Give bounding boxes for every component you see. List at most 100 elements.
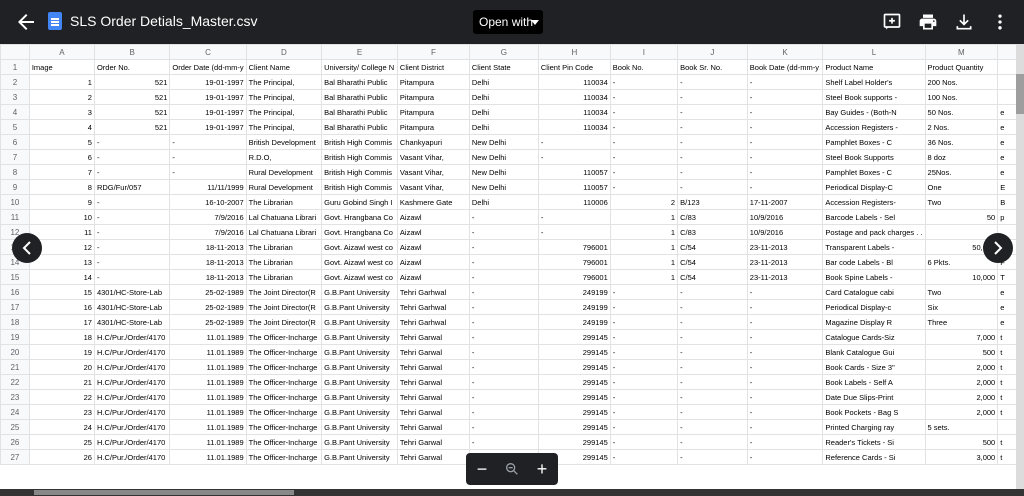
column-header[interactable]: J [677, 44, 748, 60]
table-cell[interactable]: New Delhi [468, 179, 539, 195]
row-header[interactable]: 23 [0, 389, 30, 405]
table-cell[interactable]: Pamphlet Boxes - C [822, 164, 926, 180]
table-cell[interactable]: Accession Registers - [822, 119, 926, 135]
table-cell[interactable]: Delhi [468, 89, 539, 105]
table-cell[interactable]: 4301/HC-Store-Lab [93, 284, 171, 300]
table-cell[interactable]: - [609, 329, 679, 345]
table-cell[interactable]: 7/9/2016 [169, 209, 247, 225]
table-cell[interactable]: 2 Nos. [924, 119, 999, 135]
table-cell[interactable]: - [746, 389, 824, 405]
table-cell[interactable]: - [609, 299, 679, 315]
table-cell[interactable]: - [677, 434, 748, 450]
table-cell[interactable]: - [746, 449, 824, 465]
table-cell[interactable]: 25-02-1989 [169, 314, 247, 330]
table-cell[interactable]: Tehri Garwal [396, 344, 470, 360]
table-cell[interactable]: - [677, 89, 748, 105]
table-cell[interactable]: Book Sr. No. [677, 59, 748, 75]
table-cell[interactable]: Barcode Labels - Sel [822, 209, 926, 225]
table-cell[interactable]: 299145 [537, 419, 611, 435]
table-cell[interactable]: 15 [28, 284, 95, 300]
table-cell[interactable]: The Librarian [245, 194, 323, 210]
table-cell[interactable]: - [677, 164, 748, 180]
table-cell[interactable]: Transparent Labels - [822, 239, 926, 255]
table-cell[interactable]: G.B.Pant University [321, 449, 398, 465]
table-cell[interactable]: Pitampura [396, 119, 470, 135]
table-cell[interactable]: Book Spine Labels - [822, 269, 926, 285]
table-cell[interactable]: The Principal, [245, 104, 323, 120]
row-header[interactable]: 5 [0, 119, 30, 135]
table-cell[interactable]: 23-11-2013 [746, 254, 824, 270]
table-cell[interactable]: Two [924, 194, 999, 210]
table-cell[interactable]: G.B.Pant University [321, 359, 398, 375]
table-cell[interactable]: 7,000 [924, 329, 999, 345]
table-cell[interactable]: Tehri Garwal [396, 404, 470, 420]
table-cell[interactable]: Book Pockets - Bag S [822, 404, 926, 420]
row-header[interactable]: 21 [0, 359, 30, 375]
table-cell[interactable]: Pamphlet Boxes - C [822, 134, 926, 150]
table-cell[interactable]: Tehri Garwal [396, 434, 470, 450]
table-cell[interactable]: 110034 [537, 119, 611, 135]
table-cell[interactable]: Product Name [822, 59, 926, 75]
row-header[interactable]: 6 [0, 134, 30, 150]
table-cell[interactable]: - [609, 89, 679, 105]
table-cell[interactable]: Bal Bharathi Public [321, 119, 398, 135]
table-cell[interactable]: The Officer-Incharge [245, 449, 323, 465]
table-cell[interactable]: 18 [28, 329, 95, 345]
table-cell[interactable]: 299145 [537, 344, 611, 360]
table-cell[interactable]: Pitampura [396, 74, 470, 90]
table-cell[interactable]: 521 [93, 74, 171, 90]
table-cell[interactable]: Order Date (dd-mm-y [169, 59, 247, 75]
table-cell[interactable]: - [609, 419, 679, 435]
table-cell[interactable]: Tehri Garwal [396, 374, 470, 390]
table-cell[interactable]: Steel Book Supports [822, 149, 926, 165]
table-cell[interactable]: British High Commis [321, 164, 398, 180]
table-cell[interactable]: G.B.Pant University [321, 419, 398, 435]
table-cell[interactable]: - [537, 209, 611, 225]
table-cell[interactable]: 299145 [537, 389, 611, 405]
table-cell[interactable]: - [468, 374, 539, 390]
add-comment-icon[interactable] [882, 12, 902, 32]
column-header[interactable]: K [746, 44, 824, 60]
table-cell[interactable]: - [746, 119, 824, 135]
table-cell[interactable]: - [677, 404, 748, 420]
table-cell[interactable]: - [93, 164, 171, 180]
table-cell[interactable]: Delhi [468, 194, 539, 210]
table-cell[interactable]: - [677, 119, 748, 135]
table-cell[interactable]: - [609, 119, 679, 135]
table-cell[interactable]: 14 [28, 269, 95, 285]
table-cell[interactable]: 11.01.1989 [169, 434, 247, 450]
table-cell[interactable]: 4301/HC-Store-Lab [93, 299, 171, 315]
table-cell[interactable]: - [468, 209, 539, 225]
row-header[interactable]: 10 [0, 194, 30, 210]
table-cell[interactable]: Periodical Display-c [822, 299, 926, 315]
table-cell[interactable]: 19-01-1997 [169, 89, 247, 105]
table-cell[interactable]: 11 [28, 224, 95, 240]
table-cell[interactable]: 299145 [537, 374, 611, 390]
table-cell[interactable]: Postage and pack charges . . [822, 224, 926, 240]
table-cell[interactable]: Tehri Garwal [396, 389, 470, 405]
table-cell[interactable]: - [746, 104, 824, 120]
table-cell[interactable]: 796001 [537, 239, 611, 255]
table-cell[interactable]: - [609, 449, 679, 465]
table-cell[interactable]: 299145 [537, 404, 611, 420]
table-cell[interactable]: 50 Nos. [924, 104, 999, 120]
table-cell[interactable]: - [609, 179, 679, 195]
table-cell[interactable]: 17-11-2007 [746, 194, 824, 210]
table-cell[interactable]: - [746, 419, 824, 435]
table-cell[interactable]: H.C/Pur./Order/4170 [93, 404, 171, 420]
table-cell[interactable]: 26 [28, 449, 95, 465]
table-cell[interactable]: 521 [93, 89, 171, 105]
table-cell[interactable]: 11.01.1989 [169, 404, 247, 420]
column-header[interactable]: M [924, 44, 999, 60]
table-cell[interactable]: Image [28, 59, 95, 75]
table-cell[interactable]: - [93, 194, 171, 210]
table-cell[interactable]: - [677, 314, 748, 330]
table-cell[interactable]: 23-11-2013 [746, 239, 824, 255]
table-cell[interactable]: One [924, 179, 999, 195]
row-header[interactable]: 3 [0, 89, 30, 105]
table-cell[interactable]: Aizawl [396, 269, 470, 285]
table-cell[interactable]: - [468, 419, 539, 435]
table-cell[interactable]: 11.01.1989 [169, 329, 247, 345]
table-cell[interactable]: 10 [28, 209, 95, 225]
table-cell[interactable]: - [169, 134, 247, 150]
